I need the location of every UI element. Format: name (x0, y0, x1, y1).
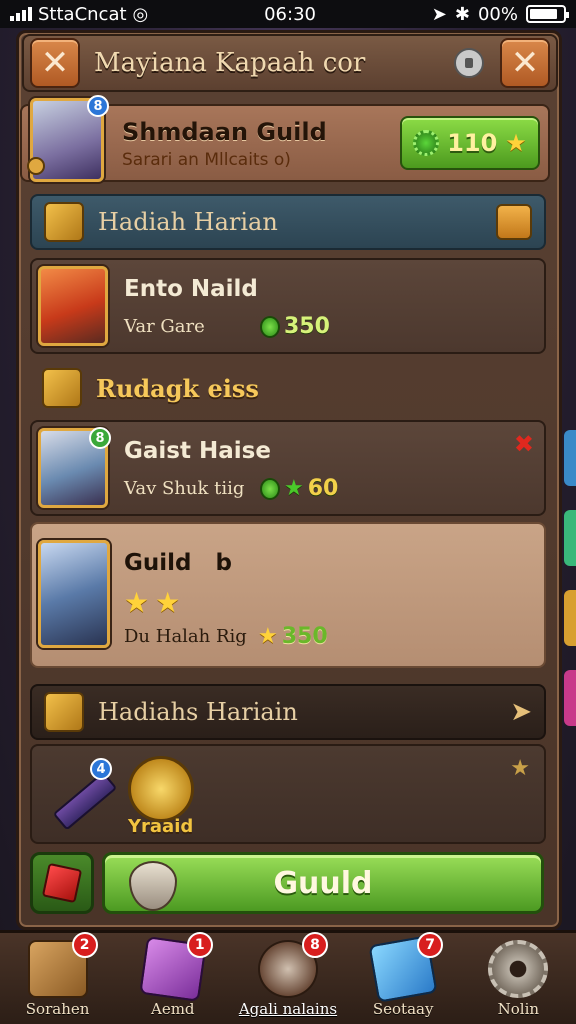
quest-subtitle: Vav Shuk tiig (124, 478, 245, 499)
nav-item-settings[interactable]: Nolin (468, 940, 568, 1018)
hotspot-icon: ◎ (132, 3, 149, 25)
sword-scroll-icon (44, 202, 84, 242)
guild-button[interactable]: Guuld (102, 852, 544, 914)
dismiss-button[interactable]: ✕ (500, 38, 550, 88)
guild-header[interactable]: 8 Shmdaan Guild Sarari an Mllcaits o) 11… (20, 95, 550, 182)
coin-icon (27, 157, 45, 175)
quest-subtitle: Du Halah Rig (124, 626, 247, 647)
rating-star-icon: ★ (155, 586, 181, 619)
guild-points: 110 (447, 129, 498, 157)
guild-badge: 8 (87, 95, 109, 117)
quest-card[interactable]: Ento Naild Var Gare 350 (30, 258, 546, 354)
side-tab[interactable] (564, 670, 576, 726)
section-active: Rudagk eiss (30, 360, 546, 416)
star-icon: ★ (510, 756, 530, 781)
chest-icon (42, 368, 82, 408)
nav-item-storage[interactable]: 2 Sorahen (8, 932, 108, 1018)
rating-stars: ★ ★ (124, 586, 186, 619)
section-daily-rewards-2: Hadiahs Hariain ➤ (30, 684, 546, 740)
crate-icon (44, 692, 84, 732)
nav-label: Seotaay (372, 1000, 434, 1018)
title-bar: ✕ Mayiana Kapaah cor ✕ (22, 34, 558, 92)
nav-badge: 1 (186, 932, 213, 958)
bottom-nav: 2 Sorahen 1 Aemd 8 Agali nalains 7 Seota… (0, 930, 576, 1024)
gem-drop-icon (260, 477, 280, 500)
guild-avatar[interactable]: 8 (27, 95, 109, 182)
inventory-button[interactable] (30, 852, 94, 914)
guild-subtitle: Sarari an Mllcaits o) (122, 150, 291, 170)
coin-label: Yraaid (128, 816, 194, 837)
quest-subtitle: Var Gare (124, 316, 205, 337)
lock-icon[interactable] (454, 48, 484, 78)
shield-icon (129, 861, 177, 911)
sword-icon: 4 (44, 758, 112, 826)
gear-icon (488, 940, 549, 998)
nav-item-armor[interactable]: 1 Aemd (123, 932, 223, 1018)
close-icon[interactable]: ✖ (514, 430, 534, 458)
close-icon: ✕ (40, 43, 70, 83)
nav-badge: 8 (301, 932, 328, 958)
nav-badge: 7 (417, 932, 444, 958)
nav-label: Nolin (497, 1000, 540, 1018)
arrow-right-icon[interactable]: ➤ (510, 697, 532, 727)
reward-panel: 4 Yraaid ★ (30, 744, 546, 844)
nav-label: Agali nalains (238, 1000, 338, 1018)
section-title: Hadiahs Hariain (98, 698, 298, 726)
battery-percent: 00% (477, 3, 518, 25)
battery-icon (526, 5, 569, 23)
section-title: Rudagk eiss (96, 373, 259, 403)
close-icon: ✕ (510, 43, 540, 83)
quest-reward: ★ 350 (258, 624, 328, 649)
nav-item-guild[interactable]: 8 Agali nalains (238, 932, 338, 1018)
nav-label: Aemd (151, 1000, 195, 1018)
status-bar: SttaCncat ◎ 06:30 ➤ ✱ 00% (0, 0, 576, 28)
hero-badge: 8 (89, 427, 111, 449)
bluetooth-icon: ✱ (454, 3, 470, 25)
quest-title: Gaist Haise (124, 438, 271, 464)
quest-card[interactable]: 8 Gaist Haise Vav Shuk tiig ★ 60 ✖ (30, 420, 546, 516)
rating-star-icon: ★ (124, 586, 150, 619)
carrier-name: SttaCncat (38, 3, 127, 25)
star-icon: ★ (284, 476, 304, 501)
side-tab[interactable] (564, 510, 576, 566)
hero-portrait (38, 540, 110, 648)
star-icon: ★ (505, 129, 527, 157)
gem-drop-icon (260, 315, 280, 338)
quest-title: Guild b (124, 550, 232, 576)
page-title: Mayiana Kapaah cor (94, 48, 366, 78)
side-tab[interactable] (564, 590, 576, 646)
guild-coin-icon (413, 130, 440, 156)
quest-reward: 350 (260, 314, 330, 339)
guild-points-button[interactable]: 110 ★ (400, 116, 540, 170)
hero-portrait: 8 (38, 427, 111, 508)
gold-coin-icon[interactable] (128, 756, 194, 822)
location-icon: ➤ (431, 3, 447, 25)
side-tab[interactable] (564, 430, 576, 486)
item-badge: 4 (90, 758, 112, 780)
quest-reward: ★ 60 (260, 476, 338, 501)
clock: 06:30 (264, 3, 316, 25)
hero-portrait (38, 266, 108, 346)
quest-title: Ento Naild (124, 276, 258, 302)
section-daily-rewards: Hadiah Harian (30, 194, 546, 250)
red-cube-icon (41, 862, 83, 904)
section-title: Hadiah Harian (98, 208, 278, 236)
nav-badge: 2 (71, 932, 98, 958)
star-icon: ★ (258, 624, 278, 649)
nav-label: Sorahen (25, 1000, 90, 1018)
signal-icon (10, 7, 32, 21)
quest-card-selected[interactable]: Guild b ★ ★ Du Halah Rig ★ 350 (30, 522, 546, 668)
close-button[interactable]: ✕ (30, 38, 80, 88)
guild-name: Shmdaan Guild (122, 118, 327, 146)
scroll-icon[interactable] (496, 204, 532, 240)
nav-item-shop[interactable]: 7 Seotaay (353, 932, 453, 1018)
